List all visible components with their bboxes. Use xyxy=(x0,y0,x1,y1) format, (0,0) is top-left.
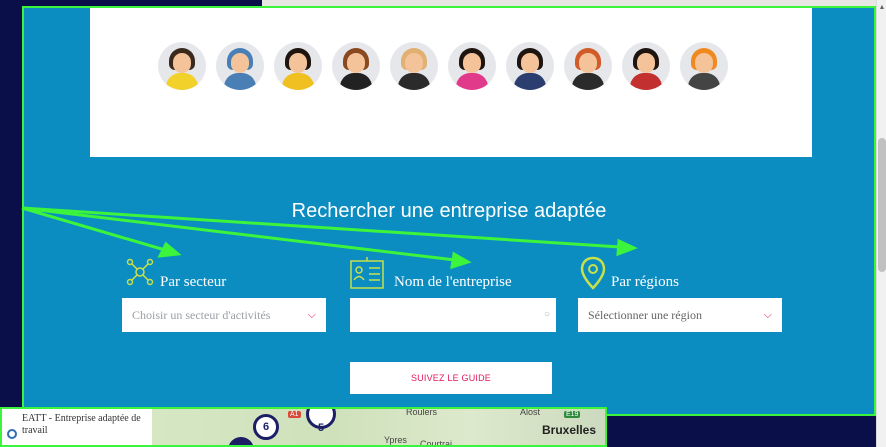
avatar-icon xyxy=(158,42,206,90)
filter-label-secteur: Par secteur xyxy=(160,274,227,290)
chevron-down-icon: ⌵ xyxy=(763,309,772,321)
guide-button[interactable]: SUIVEZ LE GUIDE xyxy=(350,362,552,394)
map-area[interactable]: 6 5 A1 Roulers Ypres Courtrai Alost E19 … xyxy=(152,407,605,447)
avatar-icon xyxy=(506,42,554,90)
id-card-icon xyxy=(350,257,384,289)
map-cluster[interactable]: 6 xyxy=(253,414,279,440)
section-title: Rechercher une entreprise adaptée xyxy=(291,200,607,222)
map-panel: EATT - Entreprise adaptée de travail 6 5… xyxy=(0,407,607,447)
regions-placeholder: Sélectionner une région xyxy=(588,308,702,322)
secteur-select[interactable]: Choisir un secteur d'activités ⌵ xyxy=(122,298,326,332)
search-section: Rechercher une entreprise adaptée Par se… xyxy=(22,6,876,416)
search-icon: ○ xyxy=(543,309,550,320)
map-label-courtrai: Courtrai xyxy=(420,439,453,447)
filter-label-entreprise: Nom de l'entreprise xyxy=(394,274,512,290)
entreprise-input[interactable]: ○ xyxy=(350,298,556,332)
legend-circle-icon xyxy=(7,429,17,439)
map-road-label: A1 xyxy=(288,411,301,418)
avatar-icon xyxy=(448,42,496,90)
secteur-placeholder: Choisir un secteur d'activités xyxy=(132,308,271,322)
map-cluster-partial[interactable] xyxy=(228,437,254,445)
avatar-icon xyxy=(680,42,728,90)
map-label-bruxelles: Bruxelles xyxy=(542,423,597,437)
avatar-icon xyxy=(274,42,322,90)
map-legend: EATT - Entreprise adaptée de travail xyxy=(2,409,152,445)
scrollbar[interactable]: ▲ xyxy=(876,0,886,447)
avatar-icon xyxy=(622,42,670,90)
map-label-alost: Alost xyxy=(520,407,541,417)
scroll-up-icon[interactable]: ▲ xyxy=(878,4,886,11)
avatar-icon xyxy=(332,42,380,90)
legend-text: EATT - Entreprise adaptée de travail xyxy=(22,413,141,436)
network-icon xyxy=(126,258,154,286)
scrollbar-thumb[interactable] xyxy=(878,138,886,272)
filter-label-regions: Par régions xyxy=(611,274,679,290)
map-cluster[interactable]: 5 xyxy=(306,409,336,434)
chevron-down-icon: ⌵ xyxy=(307,309,316,321)
map-road-label: E19 xyxy=(564,411,581,418)
avatar-icon xyxy=(390,42,438,90)
avatar-card xyxy=(90,8,812,157)
regions-select[interactable]: Sélectionner une région ⌵ xyxy=(578,298,782,332)
avatar-icon xyxy=(216,42,264,90)
avatar-row xyxy=(158,42,728,90)
map-label-roulers: Roulers xyxy=(406,407,438,417)
map-label-ypres: Ypres xyxy=(384,435,407,445)
map-pin-icon xyxy=(580,256,606,290)
avatar-icon xyxy=(564,42,612,90)
